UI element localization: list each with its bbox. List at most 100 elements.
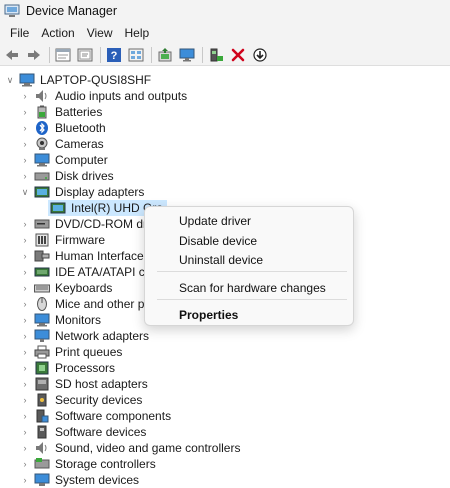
chevron-right-icon[interactable]: ›	[20, 379, 30, 389]
category-security[interactable]: › Security devices	[20, 392, 143, 408]
category-software-components[interactable]: › Software components	[20, 408, 172, 424]
category-label: Storage controllers	[55, 457, 156, 471]
toolbar-separator	[100, 46, 101, 63]
add-device-icon	[210, 48, 223, 61]
scan-hardware-menu-item[interactable]: Scan for hardware changes	[179, 281, 326, 295]
category-monitors[interactable]: › Monitors	[20, 312, 102, 328]
category-computer[interactable]: › Computer	[20, 152, 108, 168]
bluetooth-icon	[34, 121, 50, 135]
category-software-devices[interactable]: › Software devices	[20, 424, 147, 440]
chevron-right-icon[interactable]: ›	[20, 91, 30, 101]
chevron-right-icon[interactable]: ›	[20, 283, 30, 293]
category-firmware[interactable]: › Firmware	[20, 232, 106, 248]
chevron-right-icon[interactable]: ›	[20, 315, 30, 325]
system-icon	[34, 473, 50, 487]
chevron-right-icon[interactable]: ›	[20, 219, 30, 229]
forward-button[interactable]	[24, 46, 44, 64]
software-device-icon	[34, 425, 50, 439]
category-batteries[interactable]: › Batteries	[20, 104, 103, 120]
menu-help[interactable]: Help	[119, 26, 156, 40]
category-display-adapters[interactable]: ∨ Display adapters	[20, 184, 145, 200]
chevron-right-icon[interactable]: ›	[20, 331, 30, 341]
chevron-right-icon[interactable]: ›	[20, 155, 30, 165]
category-sound-video[interactable]: › Sound, video and game controllers	[20, 440, 241, 456]
update-driver-icon	[158, 47, 172, 61]
menu-view[interactable]: View	[81, 26, 119, 40]
forward-icon	[28, 49, 40, 60]
chevron-down-icon[interactable]: ∨	[5, 75, 15, 85]
scan-monitor-icon	[179, 48, 195, 61]
device-grid-button[interactable]	[126, 46, 146, 64]
tree-root[interactable]: ∨ LAPTOP-QUSI8SHF	[5, 72, 151, 88]
properties-button[interactable]	[53, 46, 73, 64]
category-processors[interactable]: › Processors	[20, 360, 116, 376]
show-hidden-button[interactable]	[75, 46, 95, 64]
category-system-devices[interactable]: › System devices	[20, 472, 140, 488]
category-sd-host[interactable]: › SD host adapters	[20, 376, 148, 392]
firmware-icon	[34, 233, 50, 247]
sd-card-icon	[34, 377, 50, 391]
category-label: System devices	[55, 473, 140, 487]
mouse-icon	[34, 297, 50, 311]
storage-icon	[34, 457, 50, 471]
toolbar-separator	[49, 46, 50, 63]
menu-file[interactable]: File	[4, 26, 35, 40]
category-mice[interactable]: › Mice and other poin	[20, 296, 160, 312]
chevron-right-icon[interactable]: ›	[20, 123, 30, 133]
help-button[interactable]: ?	[104, 46, 124, 64]
chevron-right-icon[interactable]: ›	[20, 363, 30, 373]
toolbar-separator	[151, 46, 152, 63]
window-title: Device Manager	[26, 4, 118, 18]
download-button[interactable]	[250, 46, 270, 64]
chevron-right-icon[interactable]: ›	[20, 139, 30, 149]
category-label: Security devices	[55, 393, 143, 407]
category-print-queues[interactable]: › Print queues	[20, 344, 123, 360]
uninstall-icon	[231, 48, 245, 61]
chevron-right-icon[interactable]: ›	[20, 395, 30, 405]
update-driver-menu-item[interactable]: Update driver	[179, 214, 251, 228]
category-network[interactable]: › Network adapters	[20, 328, 150, 344]
category-storage[interactable]: › Storage controllers	[20, 456, 156, 472]
add-device-button[interactable]	[206, 46, 226, 64]
chevron-right-icon[interactable]: ›	[20, 459, 30, 469]
category-bluetooth[interactable]: › Bluetooth	[20, 120, 106, 136]
category-dvd[interactable]: › DVD/CD-ROM drive	[20, 216, 163, 232]
chevron-right-icon[interactable]: ›	[20, 107, 30, 117]
chevron-right-icon[interactable]: ›	[20, 475, 30, 485]
menu-action[interactable]: Action	[35, 26, 80, 40]
chevron-right-icon[interactable]: ›	[20, 443, 30, 453]
uninstall-button[interactable]	[228, 46, 248, 64]
properties-icon	[55, 48, 71, 61]
update-driver-button[interactable]	[155, 46, 175, 64]
chevron-down-icon[interactable]: ∨	[20, 187, 30, 197]
toolbar: ?	[0, 44, 450, 66]
chevron-right-icon[interactable]: ›	[20, 411, 30, 421]
category-disk-drives[interactable]: › Disk drives	[20, 168, 114, 184]
chevron-right-icon[interactable]: ›	[20, 427, 30, 437]
chevron-right-icon[interactable]: ›	[20, 251, 30, 261]
category-label: Bluetooth	[55, 121, 106, 135]
device-manager-app-icon	[4, 4, 20, 17]
root-label: LAPTOP-QUSI8SHF	[40, 73, 152, 87]
chevron-right-icon[interactable]: ›	[20, 235, 30, 245]
scan-monitor-button[interactable]	[177, 46, 197, 64]
category-audio[interactable]: › Audio inputs and outputs	[20, 88, 188, 104]
disk-icon	[34, 169, 50, 183]
back-button[interactable]	[2, 46, 22, 64]
category-hid[interactable]: › Human Interface De	[20, 248, 163, 264]
svg-text:?: ?	[111, 50, 118, 62]
chevron-right-icon[interactable]: ›	[20, 299, 30, 309]
chevron-right-icon[interactable]: ›	[20, 347, 30, 357]
menu-separator	[157, 299, 347, 300]
device-grid-icon	[128, 48, 144, 61]
category-cameras[interactable]: › Cameras	[20, 136, 104, 152]
uninstall-device-menu-item[interactable]: Uninstall device	[179, 253, 263, 267]
chevron-right-icon[interactable]: ›	[20, 171, 30, 181]
properties-menu-item[interactable]: Properties	[179, 308, 238, 322]
chevron-right-icon[interactable]: ›	[20, 267, 30, 277]
category-keyboards[interactable]: › Keyboards	[20, 280, 113, 296]
context-menu: Update driver Disable device Uninstall d…	[144, 206, 354, 326]
hid-icon	[34, 249, 50, 263]
computer-icon	[34, 153, 50, 167]
disable-device-menu-item[interactable]: Disable device	[179, 234, 257, 248]
